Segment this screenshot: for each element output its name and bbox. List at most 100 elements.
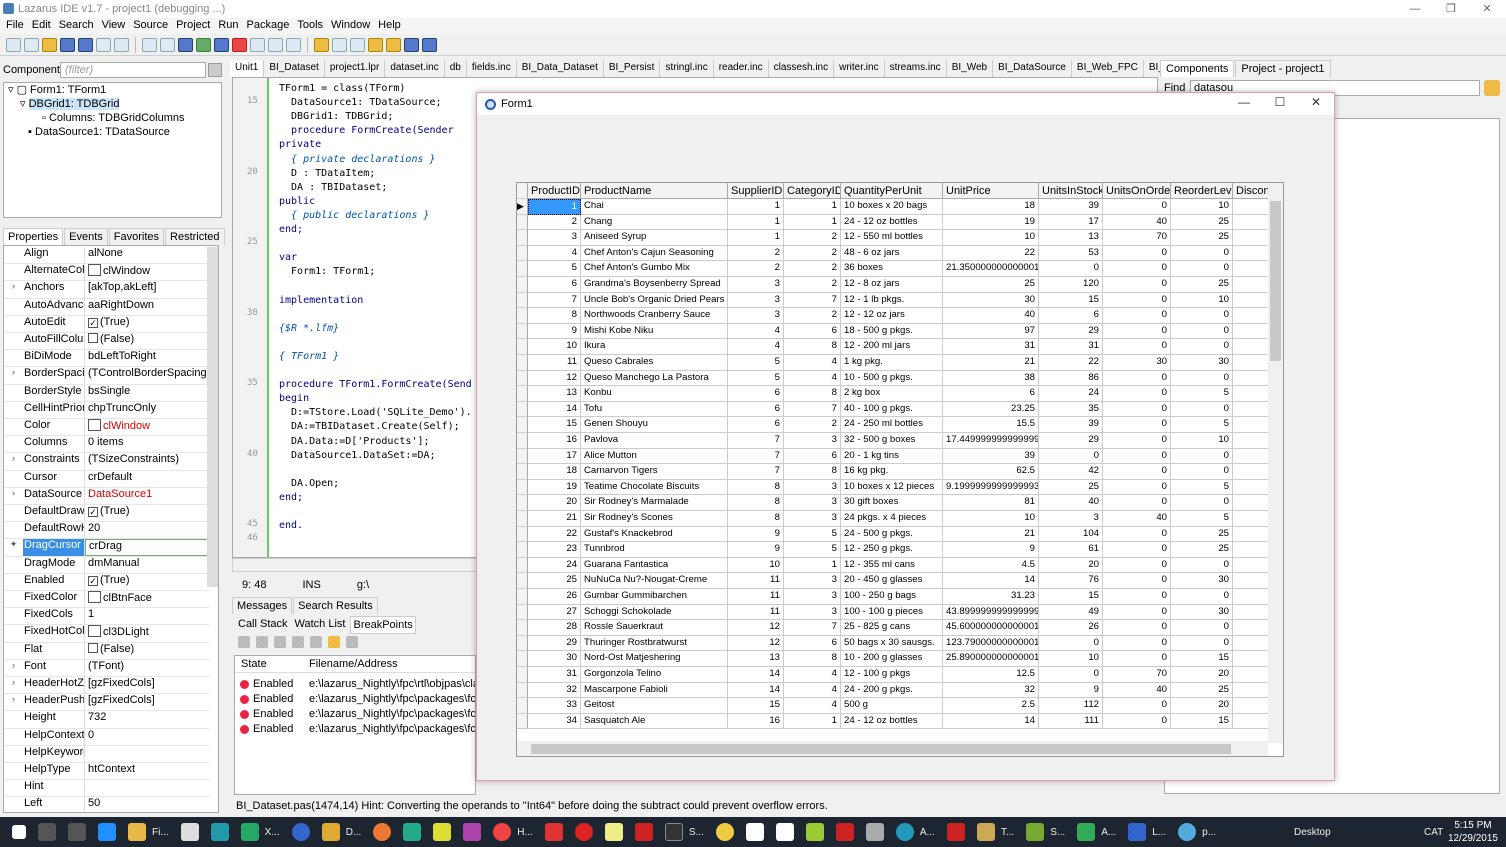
grid-cell[interactable]: 12 - 355 ml cans xyxy=(841,557,943,574)
grid-cell[interactable]: Chef Anton's Gumbo Mix xyxy=(581,261,728,277)
grid-cell[interactable]: 0 xyxy=(1171,589,1233,605)
component-filter-input[interactable]: (filter) xyxy=(60,62,206,78)
grid-cell[interactable]: 0 xyxy=(1171,323,1233,340)
property-value[interactable]: (TSizeConstraints) xyxy=(85,453,209,469)
form-minimize-button[interactable]: — xyxy=(1229,95,1259,113)
row-indicator[interactable] xyxy=(517,230,528,246)
grid-cell[interactable]: 25 xyxy=(528,573,581,589)
grid-cell[interactable]: 34 xyxy=(528,713,581,730)
grid-cell[interactable]: 36 boxes xyxy=(841,261,943,277)
browser-icon[interactable] xyxy=(291,823,310,841)
grid-cell[interactable] xyxy=(1233,511,1269,527)
menu-package[interactable]: Package xyxy=(245,18,296,34)
grid-cell[interactable]: 29 xyxy=(1039,323,1103,340)
grid-cell[interactable]: 0 xyxy=(1171,448,1233,465)
editor-hscrollbar[interactable] xyxy=(232,558,478,572)
grid-cell[interactable]: 12 - 100 g pkgs xyxy=(841,667,943,683)
find-icon[interactable] xyxy=(350,37,365,52)
grid-cell[interactable]: 0 xyxy=(1103,261,1171,277)
grid-cell[interactable]: 18 xyxy=(528,464,581,480)
grid-cell[interactable]: 3 xyxy=(528,230,581,246)
grid-cell[interactable]: 0 xyxy=(1039,635,1103,652)
filter-icon[interactable] xyxy=(1484,80,1500,96)
menu-view[interactable]: View xyxy=(100,18,132,34)
grid-column-header[interactable]: ReorderLevel xyxy=(1171,183,1233,199)
grid-cell[interactable]: 11 xyxy=(528,355,581,371)
property-value[interactable]: cl3DLight xyxy=(85,625,209,641)
grid-cell[interactable]: 3 xyxy=(784,573,841,589)
property-value[interactable]: alNone xyxy=(85,247,209,263)
editor-tab[interactable]: Unit1 xyxy=(230,60,265,77)
tab-watch-list[interactable]: Watch List xyxy=(293,616,348,634)
grid-cell[interactable]: 20 xyxy=(1171,698,1233,714)
grid-cell[interactable]: 6 xyxy=(528,277,581,293)
grid-cell[interactable]: 6 xyxy=(784,635,841,652)
grid-cell[interactable]: 14 xyxy=(943,713,1039,730)
grid-cell[interactable] xyxy=(1233,401,1269,418)
toggle-view-icon[interactable] xyxy=(160,37,175,52)
grid-cell[interactable]: 0 xyxy=(1103,589,1171,605)
grid-cell[interactable]: 24 - 250 ml bottles xyxy=(841,417,943,433)
grid-cell[interactable]: 13 xyxy=(1039,230,1103,246)
property-row[interactable]: CellHintPrioritychpTruncOnly xyxy=(4,401,209,419)
grid-cell[interactable]: 5 xyxy=(728,370,784,387)
grid-cell[interactable]: 0 xyxy=(1171,308,1233,324)
grid-cell[interactable] xyxy=(1233,542,1269,558)
grid-cell[interactable]: 70 xyxy=(1103,667,1171,683)
editor-tab[interactable]: db xyxy=(445,60,467,77)
editor-tab[interactable]: BI_Data_Dataset xyxy=(517,60,604,77)
grid-cell[interactable]: 25 xyxy=(1171,526,1233,543)
row-indicator[interactable] xyxy=(517,495,528,511)
expand-icon[interactable]: › xyxy=(4,677,23,693)
form-maximize-button[interactable]: ☐ xyxy=(1265,95,1295,113)
enable-all-icon[interactable] xyxy=(292,636,304,648)
explorer-icon[interactable] xyxy=(128,823,146,841)
tab-properties[interactable]: Properties xyxy=(3,228,64,245)
row-indicator[interactable] xyxy=(517,589,528,605)
grid-cell[interactable]: Geitost xyxy=(581,698,728,714)
grid-cell[interactable]: 0 xyxy=(1171,620,1233,636)
grid-cell[interactable]: 7 xyxy=(728,448,784,465)
editor-tab[interactable]: dataset.inc xyxy=(385,60,445,77)
property-value[interactable]: 0 items xyxy=(85,436,209,452)
grid-cell[interactable] xyxy=(1233,214,1269,231)
task-view-icon[interactable] xyxy=(68,823,86,841)
app-icon-e[interactable] xyxy=(544,823,563,841)
property-row[interactable]: AutoEdit ✓ (True) xyxy=(4,315,209,333)
grid-cell[interactable]: 0 xyxy=(1039,667,1103,683)
grid-cell[interactable]: 7 xyxy=(528,292,581,309)
grid-cell[interactable]: 0 xyxy=(1103,292,1171,309)
grid-cell[interactable] xyxy=(1233,417,1269,433)
row-indicator[interactable] xyxy=(517,433,528,449)
property-row[interactable]: Left 50 xyxy=(4,797,209,812)
grid-cell[interactable]: 0 xyxy=(1171,495,1233,511)
grid-cell[interactable] xyxy=(1233,308,1269,324)
tab-favorites[interactable]: Favorites xyxy=(108,228,165,245)
grid-cell[interactable]: 35 xyxy=(1039,401,1103,418)
grid-cell[interactable]: 0 xyxy=(1103,339,1171,355)
grid-cell[interactable]: 7 xyxy=(728,433,784,449)
app-icon-l[interactable] xyxy=(895,823,914,841)
grid-cell[interactable]: Sir Rodney's Marmalade xyxy=(581,495,728,511)
grid-cell[interactable] xyxy=(1233,713,1269,730)
grid-cell[interactable]: 14 xyxy=(728,682,784,699)
property-row[interactable]: FixedHotColor cl3DLight xyxy=(4,625,209,643)
lazarus-icon[interactable] xyxy=(1178,823,1197,841)
hscroll-thumb[interactable] xyxy=(531,744,1231,754)
property-row[interactable]: BiDiMode bdLeftToRight xyxy=(4,350,209,368)
grid-cell[interactable]: Genen Shouyu xyxy=(581,417,728,433)
editor-tab[interactable]: fields.inc xyxy=(467,60,517,77)
grid-cell[interactable]: 24 - 500 g pkgs. xyxy=(841,526,943,543)
row-indicator[interactable] xyxy=(517,339,528,355)
opera-icon[interactable] xyxy=(574,823,593,841)
grid-cell[interactable]: 20 - 450 g glasses xyxy=(841,573,943,589)
grid-cell[interactable]: 24 - 12 oz bottles xyxy=(841,214,943,231)
property-value[interactable]: ✓ (True) xyxy=(85,505,209,521)
view-forms-icon[interactable] xyxy=(142,37,157,52)
property-value[interactable]: [gzFixedCols] xyxy=(85,694,209,710)
grid-cell[interactable]: 12 - 12 oz jars xyxy=(841,308,943,324)
property-row[interactable]: ›BorderSpacing(TControlBorderSpacing) xyxy=(4,367,209,385)
grid-cell[interactable]: 9 xyxy=(1039,682,1103,699)
menu-tools[interactable]: Tools xyxy=(295,18,329,34)
grid-cell[interactable]: 70 xyxy=(1103,230,1171,246)
